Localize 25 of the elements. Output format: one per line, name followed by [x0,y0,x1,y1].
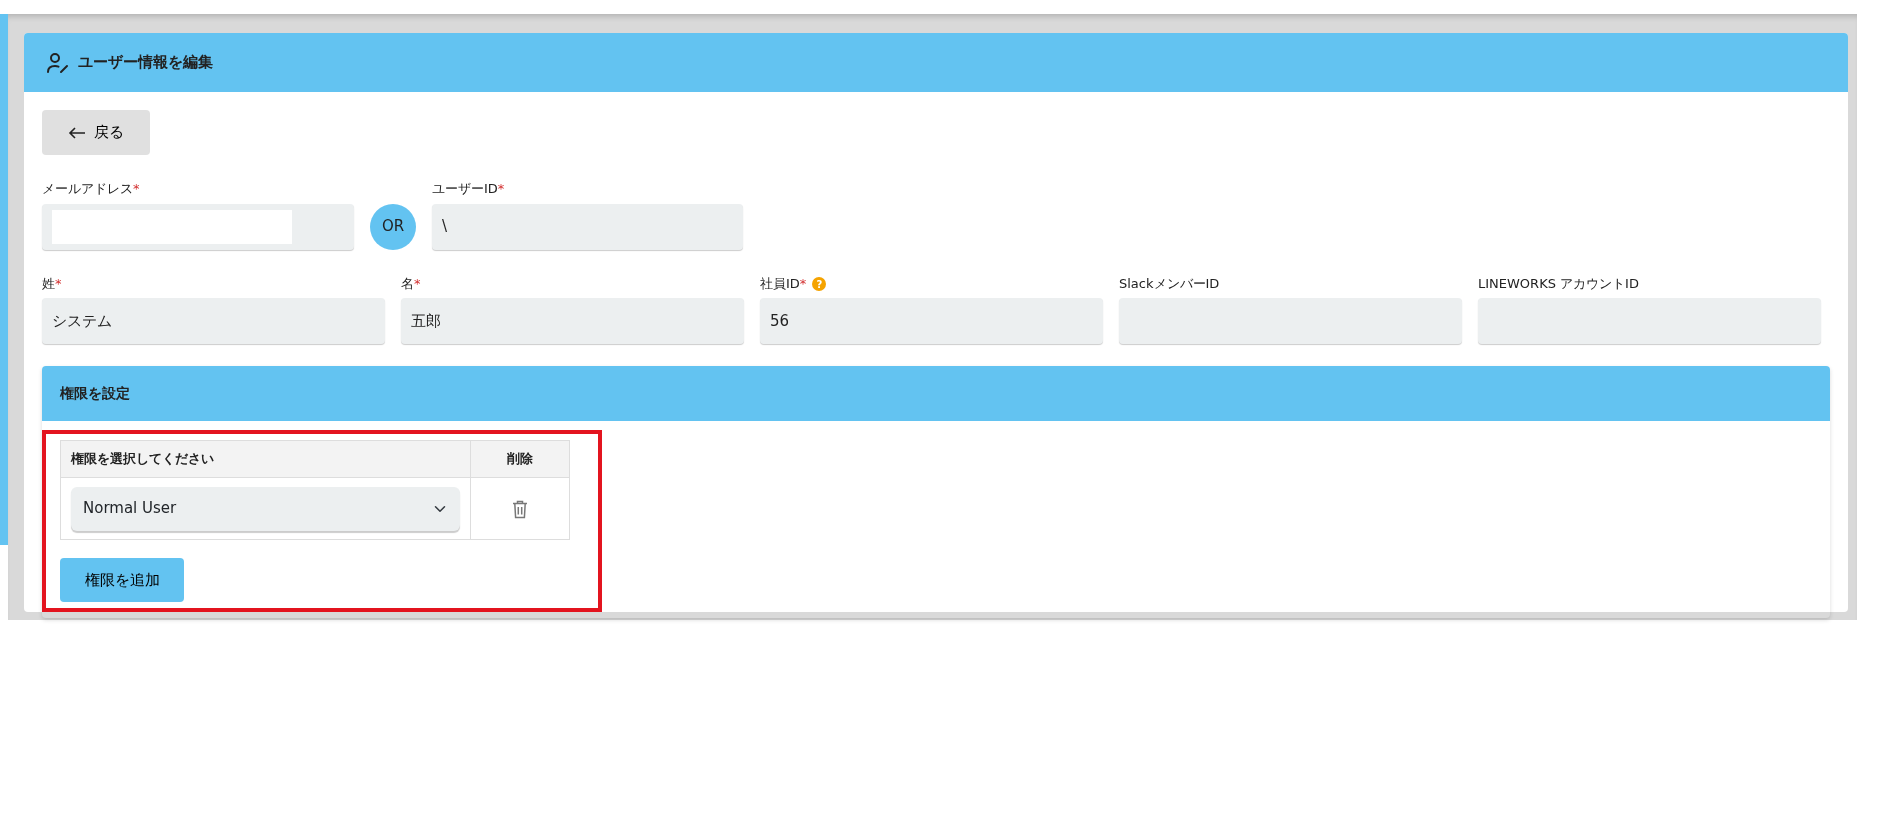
input-field[interactable] [42,203,354,250]
add-permission-button[interactable]: 権限を追加 [60,558,184,602]
field-label: SlackメンバーID [1119,274,1221,293]
input-field[interactable]: 五郎 [401,298,744,344]
trash-icon[interactable] [512,499,528,519]
column-header: 削除 [470,440,570,478]
back-button[interactable]: 戻る [42,110,150,155]
input-field[interactable] [1478,298,1821,344]
role-select[interactable]: Normal User [71,486,460,531]
column-header: 権限を選択してください [60,440,471,478]
user-edit-icon [46,51,70,74]
input-field[interactable]: システム [42,298,385,344]
field-label: メールアドレス* [42,180,141,198]
field-label: 姓* [42,274,63,293]
section-header: 権限を設定 [42,366,1830,421]
input-field[interactable] [1119,298,1462,344]
field-label: ユーザーID* [432,180,506,198]
field-label: 名* [401,274,422,293]
input-field[interactable]: \ [432,203,743,250]
field-label: 社員ID* ? [760,273,1103,293]
input-field[interactable]: 56 [760,298,1103,344]
field-label: LINEWORKS アカウントID [1478,274,1640,293]
or-badge: OR [370,203,416,250]
card-title: ユーザー情報を編集 [78,52,213,74]
back-arrow-icon [68,126,86,139]
